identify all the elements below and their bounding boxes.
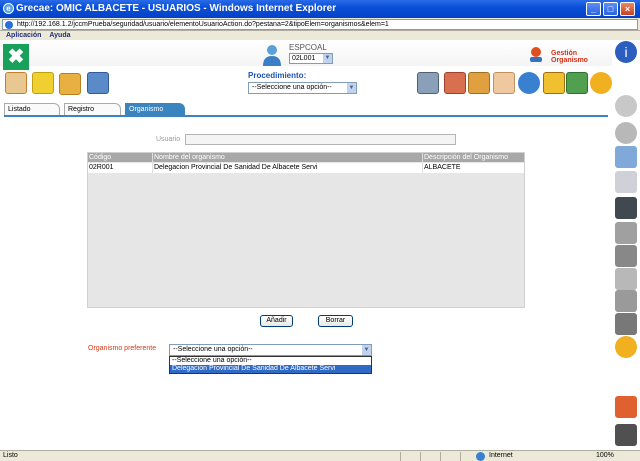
internet-zone-icon bbox=[476, 452, 485, 461]
search-icon[interactable] bbox=[615, 95, 637, 117]
col-nombre: Nombre del organismo bbox=[152, 153, 422, 162]
zone-text: Internet bbox=[489, 452, 513, 459]
save-icon[interactable] bbox=[87, 72, 109, 94]
status-separator bbox=[460, 452, 461, 461]
info-icon[interactable]: i bbox=[615, 41, 637, 63]
books-icon[interactable] bbox=[444, 72, 466, 94]
preferred-option-selected[interactable]: Delegacion Provincial De Sanidad De Alba… bbox=[170, 365, 371, 373]
zoom-level[interactable]: 100% bbox=[596, 451, 614, 461]
status-text: Listo bbox=[3, 452, 18, 459]
user-code: ESPCOAL bbox=[289, 43, 327, 52]
table-header: Código Nombre del organismo Descripción … bbox=[88, 153, 524, 162]
tools-icon[interactable] bbox=[615, 396, 637, 418]
brand-logo: ✖ bbox=[3, 44, 29, 70]
tab-bar: Listado Registro Organismo bbox=[4, 103, 609, 115]
col-codigo: Código bbox=[89, 154, 112, 161]
mail-icon[interactable] bbox=[493, 72, 515, 94]
user-icon bbox=[263, 45, 281, 66]
menu-ayuda[interactable]: Ayuda bbox=[49, 32, 70, 39]
ie-logo-icon: e bbox=[3, 3, 14, 14]
network-icon[interactable] bbox=[566, 72, 588, 94]
close-button[interactable]: × bbox=[620, 2, 635, 16]
user-select-value: 02L001 bbox=[292, 55, 316, 62]
back-icon[interactable] bbox=[615, 122, 637, 144]
preferred-label: Organismo preferente bbox=[88, 345, 157, 352]
procedure-select[interactable]: --Seleccione una opción-- ▼ bbox=[248, 82, 357, 94]
documents-icon[interactable] bbox=[615, 171, 637, 193]
archive-icon[interactable] bbox=[468, 72, 490, 94]
list-icon[interactable] bbox=[615, 146, 637, 168]
menu-aplicacion[interactable]: Aplicación bbox=[6, 32, 41, 39]
preferred-select-value: --Seleccione una opción-- bbox=[173, 346, 253, 353]
minimize-button[interactable]: _ bbox=[586, 2, 601, 16]
status-separator bbox=[440, 452, 441, 461]
cell-nombre: Delegacion Provincial De Sanidad De Alba… bbox=[152, 163, 422, 173]
tab-registro[interactable]: Registro bbox=[64, 103, 121, 115]
table-row[interactable]: 02R001 Delegacion Provincial De Sanidad … bbox=[88, 163, 524, 173]
exit-icon[interactable] bbox=[615, 424, 637, 446]
folder-new-icon[interactable] bbox=[32, 72, 54, 94]
page-content: ✖ ESPCOAL 02L001 ▼ Gestión Organismo Pro… bbox=[0, 40, 612, 450]
right-sidebar: i bbox=[612, 40, 640, 450]
organismos-table: Código Nombre del organismo Descripción … bbox=[87, 152, 525, 308]
tab-organismo[interactable]: Organismo bbox=[125, 103, 185, 115]
address-field[interactable]: http://192.168.1.2/jccmPrueba/seguridad/… bbox=[2, 19, 638, 30]
chevron-down-icon: ▼ bbox=[347, 83, 356, 93]
chevron-down-icon: ▼ bbox=[362, 345, 371, 355]
gear-icon[interactable] bbox=[615, 336, 637, 358]
address-text: http://192.168.1.2/jccmPrueba/seguridad/… bbox=[17, 21, 389, 28]
page-icon bbox=[5, 21, 13, 29]
window-title: Grecae: OMIC ALBACETE - USUARIOS - Windo… bbox=[16, 3, 337, 14]
bin-icon[interactable] bbox=[615, 290, 637, 312]
tab-listado[interactable]: Listado bbox=[4, 103, 60, 115]
status-separator bbox=[420, 452, 421, 461]
delete-button[interactable]: Borrar bbox=[318, 315, 353, 327]
usuario-input[interactable] bbox=[185, 134, 456, 145]
procedure-select-value: --Seleccione una opción-- bbox=[252, 84, 332, 91]
window-titlebar: e Grecae: OMIC ALBACETE - USUARIOS - Win… bbox=[0, 0, 640, 18]
print-preview-icon[interactable] bbox=[615, 313, 637, 335]
menu-bar: Aplicación Ayuda bbox=[0, 31, 640, 40]
attach-icon[interactable] bbox=[615, 268, 637, 290]
status-bar: Listo Internet 100% bbox=[0, 450, 640, 461]
chevron-down-icon: ▼ bbox=[323, 54, 332, 63]
cell-codigo: 02R001 bbox=[89, 164, 114, 171]
globe-icon[interactable] bbox=[518, 72, 540, 94]
tab-underline bbox=[4, 115, 608, 117]
search-folder-icon[interactable] bbox=[543, 72, 565, 94]
user-select[interactable]: 02L001 ▼ bbox=[289, 53, 333, 64]
printer-icon[interactable] bbox=[615, 245, 637, 267]
cell-descripcion: ALBACETE bbox=[422, 163, 524, 173]
preferred-select[interactable]: --Seleccione una opción-- ▼ bbox=[169, 344, 372, 356]
disk-icon[interactable] bbox=[615, 197, 637, 219]
scissors-icon[interactable] bbox=[615, 222, 637, 244]
status-separator bbox=[400, 452, 401, 461]
settings-gear-icon[interactable] bbox=[590, 72, 612, 94]
folder-icon[interactable] bbox=[59, 73, 81, 95]
laptop-icon[interactable] bbox=[417, 72, 439, 94]
maximize-button[interactable]: □ bbox=[603, 2, 618, 16]
add-button[interactable]: Añadir bbox=[260, 315, 293, 327]
usuario-label: Usuario bbox=[156, 136, 181, 143]
address-bar: http://192.168.1.2/jccmPrueba/seguridad/… bbox=[0, 18, 640, 31]
app-name: Gestión Organismo bbox=[551, 50, 588, 64]
preferred-dropdown-list: --Seleccione una opción-- Delegacion Pro… bbox=[169, 356, 372, 374]
edit-icon[interactable] bbox=[5, 72, 27, 94]
gestion-organismo-icon bbox=[530, 47, 542, 62]
col-descripcion: Descripción del Organismo bbox=[422, 153, 524, 162]
procedure-label: Procedimiento: bbox=[248, 71, 307, 80]
preferred-option[interactable]: --Seleccione una opción-- bbox=[170, 357, 371, 365]
